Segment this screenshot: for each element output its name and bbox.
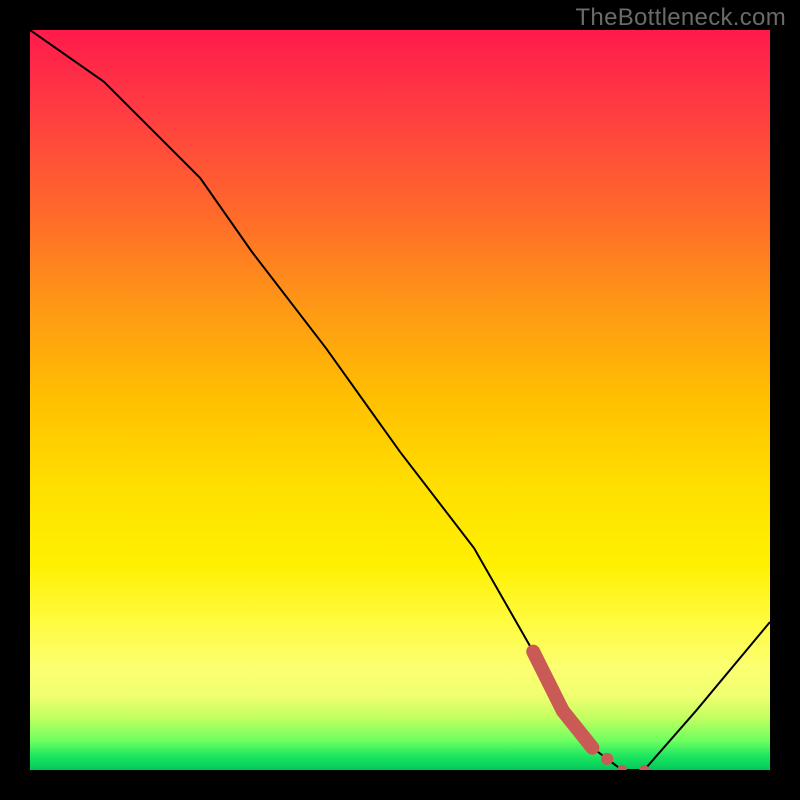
bottleneck-curve [30,30,770,770]
watermark-text: TheBottleneck.com [575,4,786,32]
chart-svg [30,30,770,770]
plot-area [30,30,770,770]
highlight-markers [533,652,649,770]
